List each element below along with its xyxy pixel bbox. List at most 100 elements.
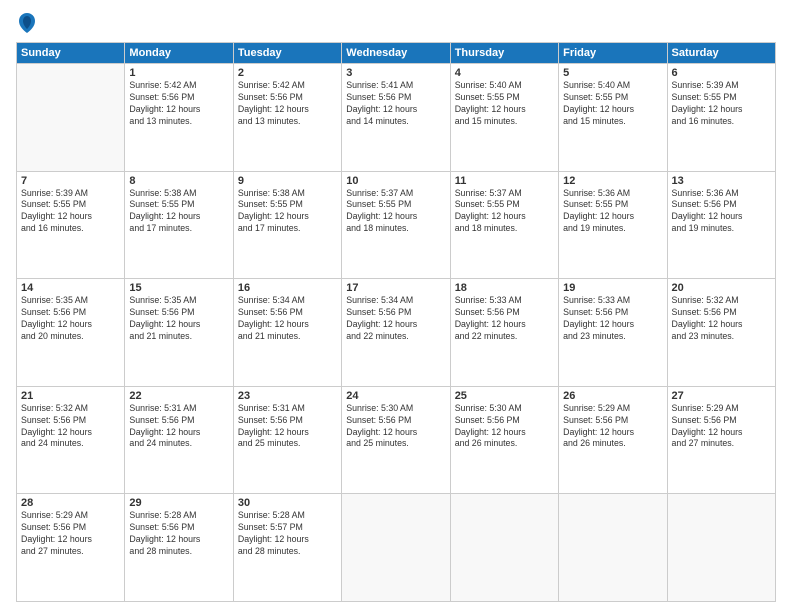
- cell-info: Sunrise: 5:32 AM Sunset: 5:56 PM Dayligh…: [672, 295, 771, 343]
- cell-info: Sunrise: 5:28 AM Sunset: 5:57 PM Dayligh…: [238, 510, 337, 558]
- calendar-cell: 28Sunrise: 5:29 AM Sunset: 5:56 PM Dayli…: [17, 494, 125, 602]
- calendar-cell: 20Sunrise: 5:32 AM Sunset: 5:56 PM Dayli…: [667, 279, 775, 387]
- calendar-cell: 29Sunrise: 5:28 AM Sunset: 5:56 PM Dayli…: [125, 494, 233, 602]
- day-number: 4: [455, 67, 554, 79]
- day-number: 17: [346, 282, 445, 294]
- page: SundayMondayTuesdayWednesdayThursdayFrid…: [0, 0, 792, 612]
- day-number: 19: [563, 282, 662, 294]
- logo: [16, 12, 40, 34]
- cell-info: Sunrise: 5:30 AM Sunset: 5:56 PM Dayligh…: [346, 403, 445, 451]
- day-number: 10: [346, 175, 445, 187]
- calendar-cell: 15Sunrise: 5:35 AM Sunset: 5:56 PM Dayli…: [125, 279, 233, 387]
- day-number: 26: [563, 390, 662, 402]
- cell-info: Sunrise: 5:40 AM Sunset: 5:55 PM Dayligh…: [563, 80, 662, 128]
- calendar-cell: [450, 494, 558, 602]
- cell-info: Sunrise: 5:34 AM Sunset: 5:56 PM Dayligh…: [346, 295, 445, 343]
- calendar-cell: 30Sunrise: 5:28 AM Sunset: 5:57 PM Dayli…: [233, 494, 341, 602]
- cell-info: Sunrise: 5:33 AM Sunset: 5:56 PM Dayligh…: [455, 295, 554, 343]
- calendar-cell: 17Sunrise: 5:34 AM Sunset: 5:56 PM Dayli…: [342, 279, 450, 387]
- cell-info: Sunrise: 5:36 AM Sunset: 5:56 PM Dayligh…: [672, 188, 771, 236]
- calendar-cell: 22Sunrise: 5:31 AM Sunset: 5:56 PM Dayli…: [125, 386, 233, 494]
- calendar-cell: 8Sunrise: 5:38 AM Sunset: 5:55 PM Daylig…: [125, 171, 233, 279]
- day-number: 7: [21, 175, 120, 187]
- cell-info: Sunrise: 5:33 AM Sunset: 5:56 PM Dayligh…: [563, 295, 662, 343]
- calendar-week-4: 21Sunrise: 5:32 AM Sunset: 5:56 PM Dayli…: [17, 386, 776, 494]
- calendar-header-friday: Friday: [559, 43, 667, 64]
- cell-info: Sunrise: 5:37 AM Sunset: 5:55 PM Dayligh…: [455, 188, 554, 236]
- calendar-cell: 2Sunrise: 5:42 AM Sunset: 5:56 PM Daylig…: [233, 64, 341, 172]
- day-number: 28: [21, 497, 120, 509]
- calendar-cell: 27Sunrise: 5:29 AM Sunset: 5:56 PM Dayli…: [667, 386, 775, 494]
- cell-info: Sunrise: 5:40 AM Sunset: 5:55 PM Dayligh…: [455, 80, 554, 128]
- calendar-cell: 1Sunrise: 5:42 AM Sunset: 5:56 PM Daylig…: [125, 64, 233, 172]
- calendar-cell: 16Sunrise: 5:34 AM Sunset: 5:56 PM Dayli…: [233, 279, 341, 387]
- cell-info: Sunrise: 5:39 AM Sunset: 5:55 PM Dayligh…: [21, 188, 120, 236]
- day-number: 9: [238, 175, 337, 187]
- day-number: 18: [455, 282, 554, 294]
- calendar-week-3: 14Sunrise: 5:35 AM Sunset: 5:56 PM Dayli…: [17, 279, 776, 387]
- cell-info: Sunrise: 5:39 AM Sunset: 5:55 PM Dayligh…: [672, 80, 771, 128]
- cell-info: Sunrise: 5:37 AM Sunset: 5:55 PM Dayligh…: [346, 188, 445, 236]
- calendar-cell: 25Sunrise: 5:30 AM Sunset: 5:56 PM Dayli…: [450, 386, 558, 494]
- day-number: 15: [129, 282, 228, 294]
- calendar-cell: 26Sunrise: 5:29 AM Sunset: 5:56 PM Dayli…: [559, 386, 667, 494]
- cell-info: Sunrise: 5:28 AM Sunset: 5:56 PM Dayligh…: [129, 510, 228, 558]
- cell-info: Sunrise: 5:36 AM Sunset: 5:55 PM Dayligh…: [563, 188, 662, 236]
- calendar-cell: 13Sunrise: 5:36 AM Sunset: 5:56 PM Dayli…: [667, 171, 775, 279]
- cell-info: Sunrise: 5:31 AM Sunset: 5:56 PM Dayligh…: [129, 403, 228, 451]
- calendar-cell: 7Sunrise: 5:39 AM Sunset: 5:55 PM Daylig…: [17, 171, 125, 279]
- calendar-header-thursday: Thursday: [450, 43, 558, 64]
- calendar-cell: [667, 494, 775, 602]
- day-number: 27: [672, 390, 771, 402]
- calendar-week-2: 7Sunrise: 5:39 AM Sunset: 5:55 PM Daylig…: [17, 171, 776, 279]
- day-number: 25: [455, 390, 554, 402]
- calendar-header-monday: Monday: [125, 43, 233, 64]
- calendar-cell: 5Sunrise: 5:40 AM Sunset: 5:55 PM Daylig…: [559, 64, 667, 172]
- header: [16, 12, 776, 34]
- day-number: 13: [672, 175, 771, 187]
- day-number: 14: [21, 282, 120, 294]
- day-number: 29: [129, 497, 228, 509]
- calendar-cell: 4Sunrise: 5:40 AM Sunset: 5:55 PM Daylig…: [450, 64, 558, 172]
- calendar-cell: [559, 494, 667, 602]
- day-number: 16: [238, 282, 337, 294]
- calendar-cell: 19Sunrise: 5:33 AM Sunset: 5:56 PM Dayli…: [559, 279, 667, 387]
- calendar-week-5: 28Sunrise: 5:29 AM Sunset: 5:56 PM Dayli…: [17, 494, 776, 602]
- calendar-cell: 12Sunrise: 5:36 AM Sunset: 5:55 PM Dayli…: [559, 171, 667, 279]
- calendar-cell: 10Sunrise: 5:37 AM Sunset: 5:55 PM Dayli…: [342, 171, 450, 279]
- calendar-cell: 24Sunrise: 5:30 AM Sunset: 5:56 PM Dayli…: [342, 386, 450, 494]
- calendar-cell: 6Sunrise: 5:39 AM Sunset: 5:55 PM Daylig…: [667, 64, 775, 172]
- cell-info: Sunrise: 5:32 AM Sunset: 5:56 PM Dayligh…: [21, 403, 120, 451]
- calendar-header-wednesday: Wednesday: [342, 43, 450, 64]
- calendar-table: SundayMondayTuesdayWednesdayThursdayFrid…: [16, 42, 776, 602]
- cell-info: Sunrise: 5:31 AM Sunset: 5:56 PM Dayligh…: [238, 403, 337, 451]
- day-number: 23: [238, 390, 337, 402]
- calendar-cell: 9Sunrise: 5:38 AM Sunset: 5:55 PM Daylig…: [233, 171, 341, 279]
- calendar-week-1: 1Sunrise: 5:42 AM Sunset: 5:56 PM Daylig…: [17, 64, 776, 172]
- day-number: 11: [455, 175, 554, 187]
- calendar-cell: 11Sunrise: 5:37 AM Sunset: 5:55 PM Dayli…: [450, 171, 558, 279]
- calendar-cell: 18Sunrise: 5:33 AM Sunset: 5:56 PM Dayli…: [450, 279, 558, 387]
- cell-info: Sunrise: 5:42 AM Sunset: 5:56 PM Dayligh…: [129, 80, 228, 128]
- day-number: 6: [672, 67, 771, 79]
- day-number: 24: [346, 390, 445, 402]
- cell-info: Sunrise: 5:41 AM Sunset: 5:56 PM Dayligh…: [346, 80, 445, 128]
- day-number: 1: [129, 67, 228, 79]
- day-number: 12: [563, 175, 662, 187]
- calendar-cell: [342, 494, 450, 602]
- calendar-cell: [17, 64, 125, 172]
- calendar-cell: 21Sunrise: 5:32 AM Sunset: 5:56 PM Dayli…: [17, 386, 125, 494]
- calendar-cell: 14Sunrise: 5:35 AM Sunset: 5:56 PM Dayli…: [17, 279, 125, 387]
- day-number: 22: [129, 390, 228, 402]
- day-number: 21: [21, 390, 120, 402]
- day-number: 30: [238, 497, 337, 509]
- calendar-header-sunday: Sunday: [17, 43, 125, 64]
- calendar-cell: 23Sunrise: 5:31 AM Sunset: 5:56 PM Dayli…: [233, 386, 341, 494]
- cell-info: Sunrise: 5:38 AM Sunset: 5:55 PM Dayligh…: [129, 188, 228, 236]
- cell-info: Sunrise: 5:35 AM Sunset: 5:56 PM Dayligh…: [129, 295, 228, 343]
- cell-info: Sunrise: 5:35 AM Sunset: 5:56 PM Dayligh…: [21, 295, 120, 343]
- day-number: 20: [672, 282, 771, 294]
- calendar-cell: 3Sunrise: 5:41 AM Sunset: 5:56 PM Daylig…: [342, 64, 450, 172]
- cell-info: Sunrise: 5:42 AM Sunset: 5:56 PM Dayligh…: [238, 80, 337, 128]
- day-number: 8: [129, 175, 228, 187]
